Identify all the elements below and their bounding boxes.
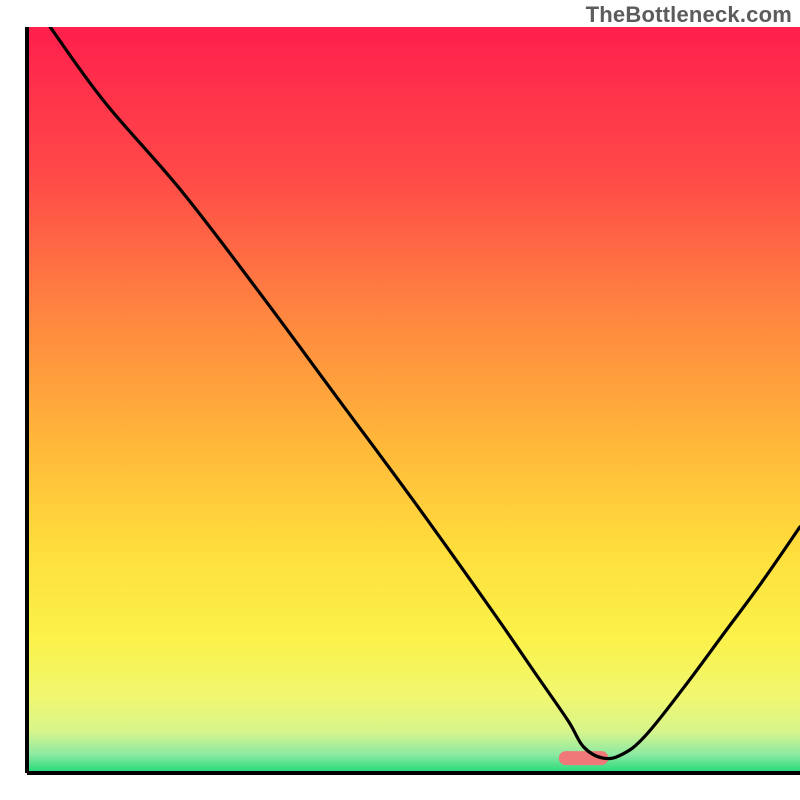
chart-svg: [0, 0, 800, 800]
bottleneck-chart: TheBottleneck.com: [0, 0, 800, 800]
gradient-background: [27, 27, 800, 773]
watermark: TheBottleneck.com: [586, 2, 792, 28]
